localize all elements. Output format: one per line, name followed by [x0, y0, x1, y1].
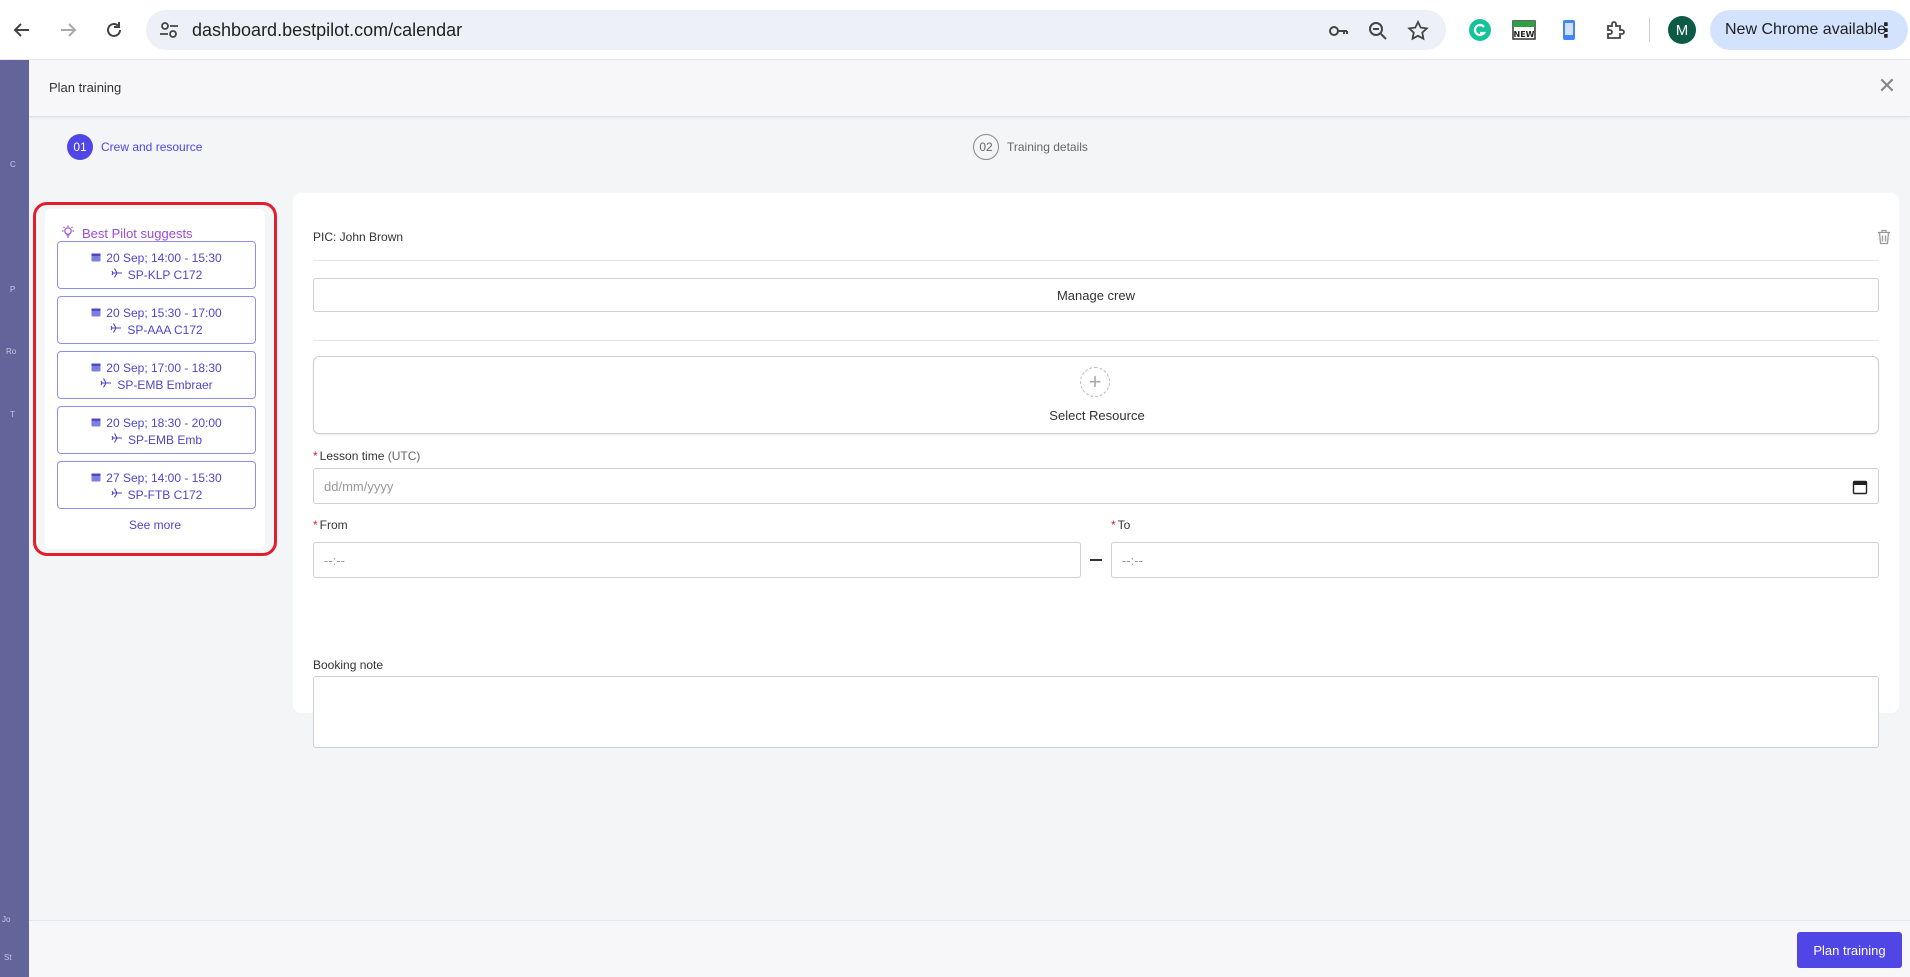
see-more-link[interactable]: See more — [45, 518, 265, 532]
lesson-time-text: Lesson time — [319, 449, 385, 463]
calendar-picker-icon[interactable] — [1852, 479, 1868, 495]
slot-aircraft: SP-EMB Embraer — [117, 377, 213, 392]
utc-hint: (UTC) — [387, 449, 421, 463]
new-badge-extension-icon[interactable]: NEW — [1510, 16, 1538, 44]
from-time-input[interactable]: --:-- — [313, 542, 1081, 578]
slot-time: 20 Sep; 14:00 - 15:30 — [106, 251, 222, 265]
sidebar-letter: St — [4, 953, 12, 962]
sidebar-letter: T — [10, 410, 15, 419]
calendar-icon — [91, 361, 101, 375]
phone-extension-icon[interactable] — [1555, 16, 1583, 44]
step-training-details[interactable]: 02 Training details — [973, 134, 1088, 160]
profile-avatar[interactable]: M — [1668, 16, 1696, 44]
suggestions-header: Best Pilot suggests — [61, 225, 193, 242]
kebab-menu-icon[interactable]: ⋮ — [1876, 18, 1896, 43]
close-icon[interactable]: ✕ — [1876, 75, 1898, 98]
to-time-input[interactable]: --:-- — [1111, 542, 1879, 578]
forward-icon[interactable] — [52, 14, 84, 46]
url-text: dashboard.bestpilot.com/calendar — [192, 20, 463, 40]
toolbar-separator — [1649, 18, 1650, 42]
suggestions-panel: Best Pilot suggests 20 Sep; 14:00 - 15:3… — [45, 209, 265, 549]
calendar-icon — [91, 471, 101, 485]
sidebar-letter: C — [10, 160, 16, 169]
plus-icon: + — [1080, 367, 1110, 397]
manage-crew-button[interactable]: Manage crew — [313, 278, 1879, 312]
slot-time: 20 Sep; 15:30 - 17:00 — [106, 306, 222, 320]
chrome-update-label: New Chrome available — [1725, 21, 1886, 38]
calendar-icon — [91, 251, 101, 265]
sidebar-letter: Ro — [6, 347, 17, 356]
sidebar-letter: Jo — [2, 915, 11, 924]
trash-icon[interactable] — [1875, 228, 1893, 246]
reload-icon[interactable] — [98, 14, 130, 46]
airplane-icon — [110, 322, 122, 337]
browser-toolbar: dashboard.bestpilot.com/calendar NEW M N… — [0, 0, 1910, 60]
slot-aircraft: SP-KLP C172 — [127, 267, 203, 282]
to-placeholder: --:-- — [1122, 552, 1143, 568]
zoom-out-icon[interactable] — [1366, 19, 1390, 43]
modal-footer — [29, 920, 1910, 977]
grammarly-icon[interactable] — [1466, 16, 1494, 44]
to-text: To — [1117, 518, 1131, 532]
required-mark: * — [313, 518, 318, 532]
back-icon[interactable] — [6, 14, 38, 46]
plan-training-button[interactable]: Plan training — [1797, 932, 1902, 968]
key-icon[interactable] — [1326, 19, 1350, 43]
select-resource-button[interactable]: + Select Resource — [313, 356, 1879, 434]
app-sidebar: C P Ro T Jo St — [0, 60, 29, 977]
divider — [313, 260, 1879, 261]
slot-aircraft: SP-FTB C172 — [127, 487, 203, 502]
step-number: 02 — [973, 134, 999, 160]
pic-name: PIC: John Brown — [313, 230, 404, 244]
airplane-icon — [100, 377, 112, 392]
slot-aircraft: SP-EMB Emb — [127, 432, 202, 447]
slot-aircraft: SP-AAA C172 — [127, 322, 203, 337]
sidebar-letter: P — [10, 285, 16, 294]
step-label: Training details — [1007, 140, 1088, 154]
address-bar[interactable]: dashboard.bestpilot.com/calendar — [146, 10, 1446, 50]
plan-training-modal: Plan training ✕ 01 Crew and resource 02 … — [29, 60, 1910, 977]
step-label: Crew and resource — [101, 140, 203, 154]
extensions-puzzle-icon[interactable] — [1601, 16, 1629, 44]
suggestions-title: Best Pilot suggests — [82, 226, 193, 241]
booking-note-label: Booking note — [313, 658, 384, 672]
suggestion-slot[interactable]: 20 Sep; 17:00 - 18:30 SP-EMB Embraer — [57, 351, 256, 399]
to-label: * To — [1111, 518, 1130, 532]
airplane-icon — [111, 487, 123, 502]
divider — [313, 340, 1879, 341]
select-resource-label: Select Resource — [1049, 408, 1145, 423]
airplane-icon — [111, 267, 123, 282]
required-mark: * — [313, 449, 318, 463]
suggestion-slot[interactable]: 27 Sep; 14:00 - 15:30 SP-FTB C172 — [57, 461, 256, 509]
site-settings-icon[interactable] — [158, 19, 180, 41]
airplane-icon — [111, 432, 123, 447]
date-placeholder: dd/mm/yyyy — [324, 478, 394, 494]
required-mark: * — [1111, 518, 1116, 532]
from-placeholder: --:-- — [324, 552, 345, 568]
from-label: * From — [313, 518, 348, 532]
calendar-icon — [91, 416, 101, 430]
lesson-time-label: * Lesson time (UTC) — [313, 449, 420, 463]
slot-time: 20 Sep; 17:00 - 18:30 — [106, 361, 222, 375]
from-text: From — [319, 518, 348, 532]
calendar-icon — [91, 306, 101, 320]
suggestion-slot[interactable]: 20 Sep; 14:00 - 15:30 SP-KLP C172 — [57, 241, 256, 289]
modal-title: Plan training — [49, 80, 122, 95]
crew-resource-form: PIC: John Brown Manage crew + Select Res… — [293, 193, 1899, 748]
range-dash — [1090, 559, 1102, 561]
lesson-date-input[interactable]: dd/mm/yyyy — [313, 468, 1879, 504]
slot-time: 27 Sep; 14:00 - 15:30 — [106, 471, 222, 485]
modal-header: Plan training ✕ — [29, 60, 1910, 117]
step-number: 01 — [67, 134, 93, 160]
slot-time: 20 Sep; 18:30 - 20:00 — [106, 416, 222, 430]
chrome-update-button[interactable]: New Chrome available ⋮ — [1710, 10, 1908, 50]
step-crew-and-resource[interactable]: 01 Crew and resource — [67, 134, 202, 160]
suggestion-slot[interactable]: 20 Sep; 15:30 - 17:00 SP-AAA C172 — [57, 296, 256, 344]
lightbulb-icon — [61, 225, 75, 242]
bookmark-star-icon[interactable] — [1406, 19, 1430, 43]
svg-text:NEW: NEW — [1514, 30, 1535, 39]
suggestion-slot[interactable]: 20 Sep; 18:30 - 20:00 SP-EMB Emb — [57, 406, 256, 454]
booking-note-textarea[interactable] — [313, 676, 1879, 748]
